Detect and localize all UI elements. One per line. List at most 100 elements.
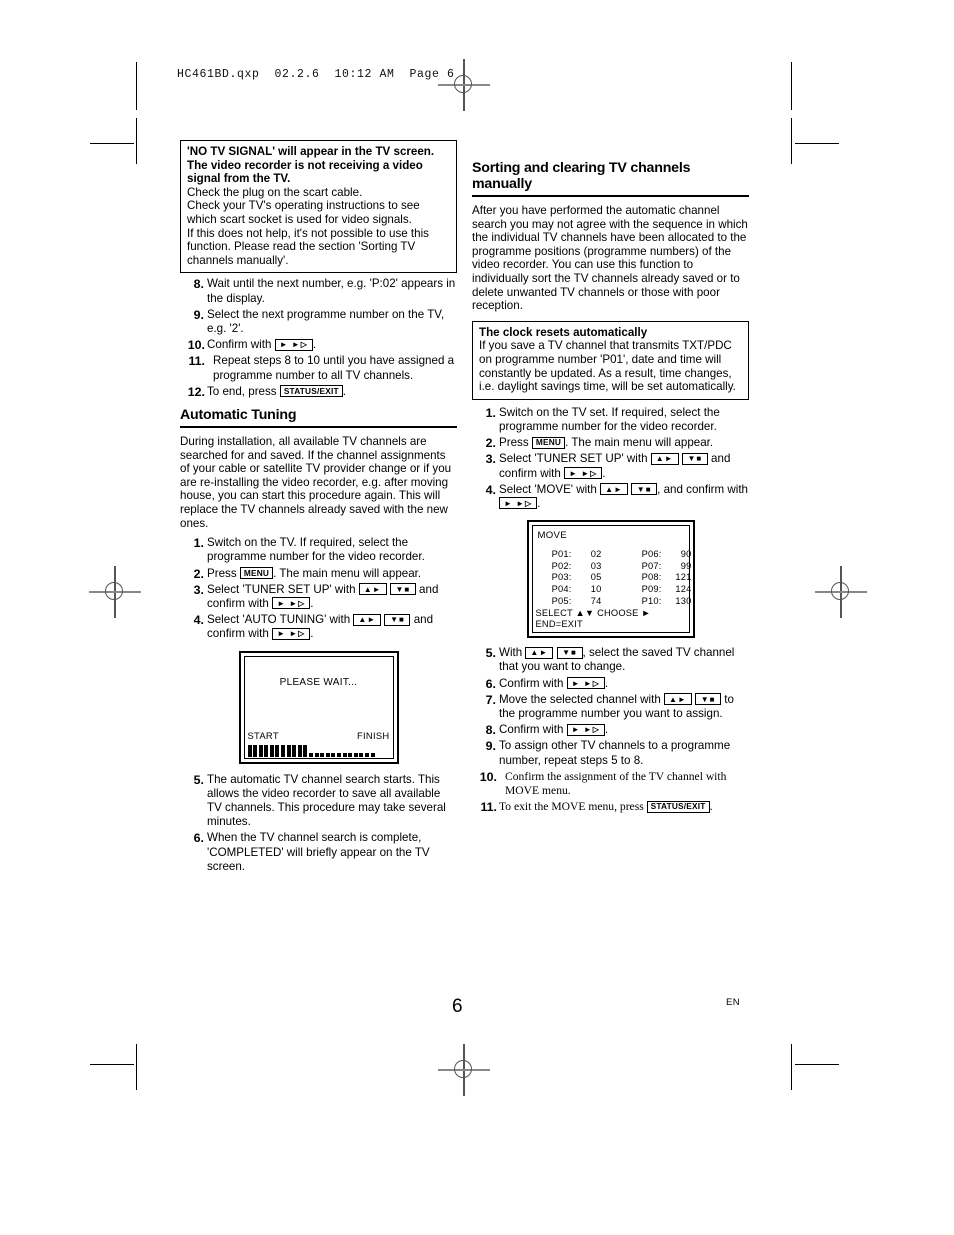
step-text-tail: .	[310, 627, 314, 641]
progress-bar-segment-empty	[348, 753, 353, 757]
step-text: Confirm with	[499, 676, 567, 690]
notice-body-line-5: function. Please read the section 'Sorti…	[187, 240, 416, 254]
step-text: Switch on the TV. If required, select th…	[207, 536, 425, 564]
page-number: 6	[452, 996, 463, 1017]
play-forward-key-icon[interactable]: ► ►▷	[499, 497, 538, 510]
progress-bar-segment-filled	[297, 744, 302, 757]
sorting-steps-after: 5. With ▲► ▼■, select the saved TV chann…	[472, 646, 749, 814]
notice-body-line-3: which scart socket is used for video sig…	[187, 212, 412, 226]
step-number: 2.	[193, 566, 204, 581]
status-exit-key-icon[interactable]: STATUS/EXIT	[646, 800, 710, 813]
search-progress-bar	[247, 744, 390, 757]
please-wait-screen-figure: PLEASE WAIT... START FINISH	[180, 650, 457, 764]
notice-bold-line-3: signal from the TV.	[187, 172, 291, 186]
list-item: 11. To exit the MOVE menu, press STATUS/…	[472, 800, 749, 814]
step-text: Repeat steps 8 to 10 until you have assi…	[213, 354, 455, 382]
move-menu-channel-grid: P01: 02 P06: 90 P02: 03 P07: 99 P03: 05 P08: 121 P04…	[538, 549, 692, 607]
down-stop-key-icon[interactable]: ▼■	[695, 693, 722, 706]
down-stop-key-icon[interactable]: ▼■	[631, 483, 658, 496]
step-text-tail: .	[604, 676, 609, 690]
list-item: 4. Select 'MOVE' with ▲► ▼■, and confirm…	[472, 483, 749, 511]
up-right-key-icon[interactable]: ▲►	[650, 452, 679, 465]
registration-mark-right	[815, 566, 867, 618]
move-entry-label: P09:	[641, 583, 662, 594]
step-number: 9.	[485, 739, 496, 754]
play-forward-key-icon[interactable]: ► ►▷	[272, 627, 311, 640]
progress-bar-segment-filled	[292, 744, 297, 757]
play-forward-key-icon[interactable]: ► ►▷	[566, 677, 605, 690]
right-column: Sorting and clearing TV channels manuall…	[472, 160, 749, 814]
step-text-mid: , and confirm with	[657, 482, 749, 496]
crop-mark-upper-right-corner-h	[795, 143, 839, 145]
step-text: To assign other TV channels to a program…	[499, 739, 731, 767]
up-right-key-icon[interactable]: ▲►	[664, 693, 692, 706]
step-text: Select the next programme number on the …	[207, 307, 445, 335]
play-forward-key-icon[interactable]: ► ►▷	[272, 597, 311, 610]
registration-mark-bottom	[438, 1044, 490, 1096]
step-number: 10.	[187, 338, 205, 353]
up-right-key-icon[interactable]: ▲►	[353, 613, 382, 626]
down-stop-key-icon[interactable]: ▼■	[556, 646, 583, 659]
step-text-tail: .	[310, 596, 314, 610]
continued-steps-list: 8. Wait until the next number, e.g. 'P:0…	[180, 277, 457, 399]
progress-bar-segment-empty	[342, 753, 347, 757]
step-text-tail: . The main menu will appear.	[273, 566, 422, 580]
status-exit-key-icon[interactable]: STATUS/EXIT	[279, 385, 343, 398]
step-text: Select 'TUNER SET UP' with	[207, 582, 359, 596]
left-column: 'NO TV SIGNAL' will appear in the TV scr…	[180, 140, 457, 874]
progress-bar-segment-empty	[353, 753, 358, 757]
step-text: Move the selected channel with	[499, 692, 664, 706]
step-text: Confirm the assignment of the TV channel…	[505, 769, 727, 797]
step-text: With	[499, 646, 526, 660]
list-item: 2. Press MENU. The main menu will appear…	[180, 567, 457, 581]
down-stop-key-icon[interactable]: ▼■	[384, 613, 411, 626]
progress-bar-segment-filled	[258, 744, 263, 757]
crop-mark-top-left-v	[136, 62, 138, 110]
move-grid-spacer	[602, 561, 628, 573]
list-item: 12. To end, press STATUS/EXIT.	[180, 385, 457, 399]
step-number: 11.	[188, 354, 205, 369]
play-forward-key-icon[interactable]: ► ►▷	[274, 338, 313, 351]
step-number: 6.	[485, 676, 496, 691]
list-item: 3. Select 'TUNER SET UP' with ▲► ▼■ and …	[472, 452, 749, 480]
automatic-tuning-steps: 1. Switch on the TV. If required, select…	[180, 536, 457, 641]
list-item: 10. Confirm the assignment of the TV cha…	[472, 770, 749, 798]
up-right-key-icon[interactable]: ▲►	[525, 646, 554, 659]
progress-bar-segment-empty	[325, 753, 330, 757]
sorting-intro: After you have performed the automatic c…	[472, 204, 748, 313]
down-stop-key-icon[interactable]: ▼■	[681, 452, 708, 465]
up-right-key-icon[interactable]: ▲►	[600, 483, 628, 496]
step-text: To exit the MOVE menu, press	[499, 800, 647, 814]
step-text: Wait until the next number, e.g. 'P:02' …	[207, 277, 456, 305]
notice-bold-line-2: The video recorder is not receiving a vi…	[187, 158, 423, 172]
step-text: To end, press	[207, 384, 280, 398]
crop-mark-lower-left-corner-v	[136, 1044, 138, 1090]
no-tv-signal-notice-box: 'NO TV SIGNAL' will appear in the TV scr…	[180, 140, 457, 274]
step-number: 6.	[193, 831, 204, 846]
down-stop-key-icon[interactable]: ▼■	[389, 583, 416, 596]
step-number: 8.	[193, 277, 204, 292]
list-item: 1. Switch on the TV set. If required, se…	[472, 406, 749, 434]
move-entry-value: 130	[675, 595, 692, 606]
menu-key-icon[interactable]: MENU	[531, 436, 566, 449]
move-entry-label: P10:	[641, 595, 662, 606]
progress-bar-segment-filled	[269, 744, 274, 757]
automatic-tuning-intro: During installation, all available TV ch…	[180, 434, 452, 530]
progress-bar-segment-filled	[264, 744, 269, 757]
crop-mark-upper-left-corner-v	[136, 118, 138, 164]
step-text-tail: .	[602, 466, 606, 480]
menu-key-icon[interactable]: MENU	[239, 567, 274, 580]
step-text-tail: . The main menu will appear.	[565, 436, 714, 450]
up-right-key-icon[interactable]: ▲►	[358, 583, 387, 596]
move-entry-value: 99	[680, 560, 692, 571]
progress-bar-segment-empty	[370, 753, 375, 757]
step-number: 1.	[485, 405, 496, 420]
step-text: Confirm with	[207, 338, 275, 352]
move-entry-label: P06:	[641, 549, 662, 560]
step-number: 5.	[485, 646, 496, 661]
play-forward-key-icon[interactable]: ► ►▷	[566, 723, 605, 736]
clock-box-title: The clock resets automatically	[479, 325, 648, 339]
crop-mark-upper-left-corner-h	[90, 143, 134, 145]
step-text: The automatic TV channel search starts. …	[207, 772, 446, 829]
play-forward-key-icon[interactable]: ► ►▷	[564, 467, 603, 480]
